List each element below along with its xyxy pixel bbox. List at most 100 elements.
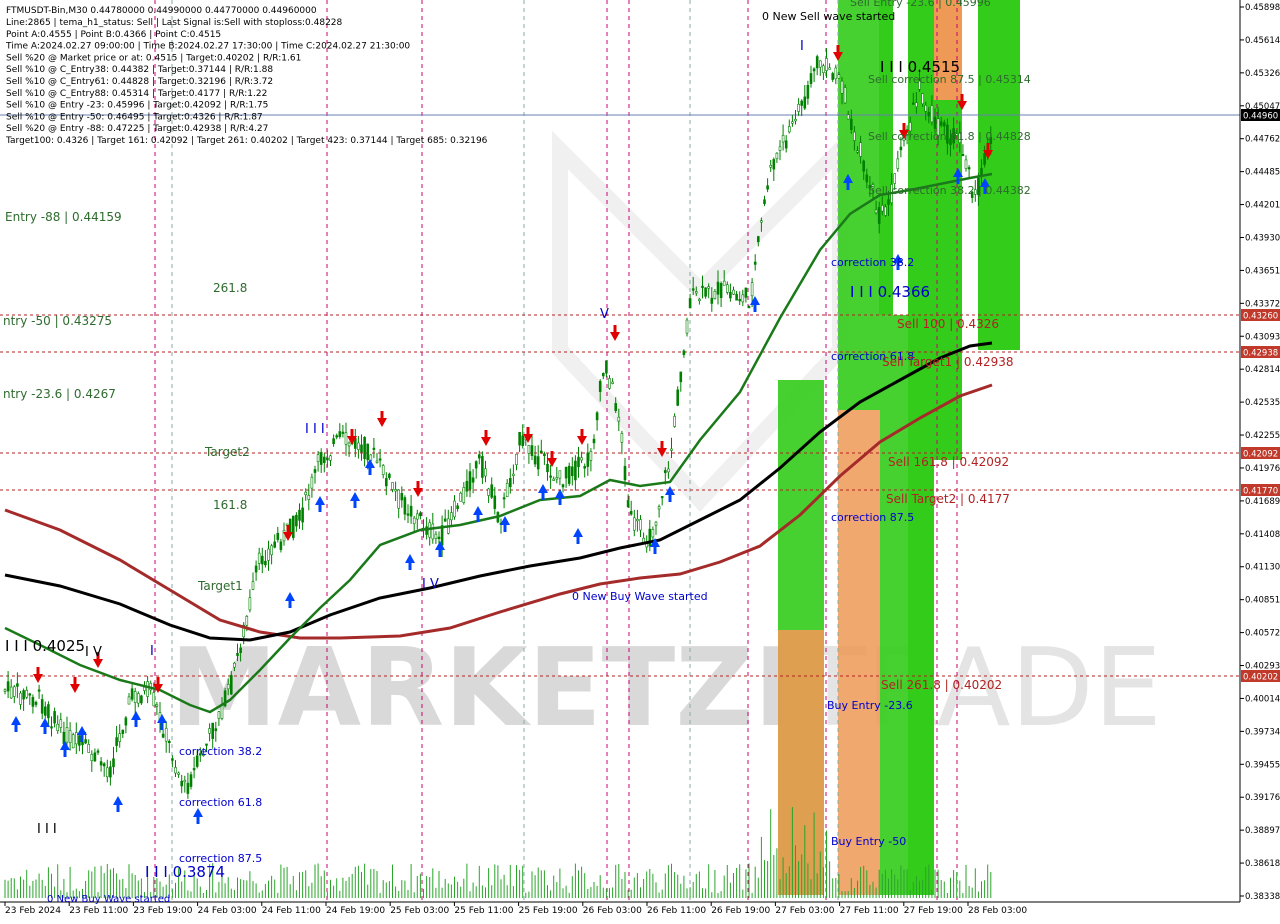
price-tick-label: 0.45326 xyxy=(1245,69,1280,79)
candle-body xyxy=(347,442,351,447)
candle-body xyxy=(391,482,394,490)
candle-body xyxy=(567,465,571,484)
annotation-correction-left-618: correction 61.8 xyxy=(179,796,262,809)
candle-body xyxy=(967,167,971,170)
candle-body xyxy=(484,468,487,477)
candle-body xyxy=(732,289,735,295)
annotation-wave-V: V xyxy=(600,307,609,322)
candle-body xyxy=(177,772,180,775)
candle-body xyxy=(518,431,521,446)
candle-body xyxy=(598,380,602,392)
candle-body xyxy=(106,767,109,778)
candle-body xyxy=(335,435,339,438)
zone-orange-2 xyxy=(838,410,880,895)
candle-body xyxy=(257,552,261,564)
candle-body xyxy=(589,451,593,461)
price-chart-canvas[interactable]: MARKETZI TRADE 0.458980.456140.453260.45… xyxy=(0,0,1280,920)
candle-body xyxy=(729,292,732,299)
price-tick-label: 0.44762 xyxy=(1245,135,1280,145)
candle-body xyxy=(282,529,286,542)
candle-body xyxy=(546,463,549,473)
candle-body xyxy=(784,140,788,149)
candle-body xyxy=(164,727,168,742)
candle-body xyxy=(530,445,534,456)
annotation-correction-left-382: correction 38.2 xyxy=(179,745,262,758)
candle-body xyxy=(629,511,633,515)
candle-body xyxy=(843,87,847,104)
candle-body xyxy=(233,662,236,668)
candle-body xyxy=(161,733,165,738)
candle-body xyxy=(81,741,84,746)
time-tick-label: 28 Feb 03:00 xyxy=(968,906,1027,916)
annotation-point-left: I I I 0.4025 xyxy=(5,637,85,655)
candle-body xyxy=(536,456,540,470)
candle-body xyxy=(939,121,943,126)
candle-body xyxy=(636,519,639,522)
trading-chart[interactable]: MARKETZI TRADE 0.45898 0.45614 0.45326 0… xyxy=(0,0,1280,920)
candle-body xyxy=(316,454,320,462)
candle-body xyxy=(927,112,931,117)
candle-body xyxy=(409,505,413,517)
candle-body xyxy=(406,513,410,516)
annotation-buy-entry-23: Buy Entry -23.6 xyxy=(827,699,913,712)
candle-body xyxy=(828,67,831,70)
candle-body xyxy=(735,293,738,301)
price-level-tag-label: 0.41770 xyxy=(1243,487,1278,497)
candle-body xyxy=(298,509,301,521)
candle-body xyxy=(326,457,329,461)
candle-body xyxy=(915,102,918,108)
candle-body xyxy=(688,298,692,309)
annotation-buy-entry-50: Buy Entry -50 xyxy=(831,835,906,848)
candle-body xyxy=(322,456,326,463)
candle-body xyxy=(419,512,422,517)
candle-body xyxy=(143,686,146,691)
candle-body xyxy=(43,706,47,716)
candle-body xyxy=(493,495,497,509)
price-tick-label: 0.39455 xyxy=(1245,760,1280,770)
price-tick-label: 0.39176 xyxy=(1245,793,1280,803)
candle-body xyxy=(521,435,525,446)
candle-body xyxy=(360,444,363,453)
candle-body xyxy=(208,728,211,734)
candle-body xyxy=(766,185,769,190)
candle-body xyxy=(211,722,214,739)
annotation-sell-100: Sell 100 | 0.4326 xyxy=(897,317,999,331)
annotation-sell-1618: Sell 161.8 | 0.42092 xyxy=(888,455,1009,469)
candle-body xyxy=(884,206,887,216)
candle-body xyxy=(605,360,608,374)
price-tick-label: 0.41408 xyxy=(1245,530,1280,540)
candle-body xyxy=(667,468,670,473)
candle-body xyxy=(862,160,866,172)
candle-body xyxy=(611,381,614,384)
info-line: Time A:2024.02.27 09:00:00 | Time B:2024… xyxy=(5,42,410,52)
info-line: Line:2865 | tema_h1_status: Sell | Last … xyxy=(6,18,343,28)
annotation-wave-IV-mid: I V xyxy=(422,577,439,592)
candle-body xyxy=(831,73,835,80)
candle-body xyxy=(856,150,859,153)
candle-body xyxy=(753,261,757,265)
price-tick-label: 0.40014 xyxy=(1245,694,1280,704)
candle-body xyxy=(3,689,7,692)
candle-body xyxy=(663,470,667,473)
candle-body xyxy=(515,453,518,466)
time-tick-label: 27 Feb 19:00 xyxy=(904,906,963,916)
candle-body xyxy=(505,482,509,498)
candle-body xyxy=(248,597,252,611)
candle-body xyxy=(431,523,435,540)
candle-body xyxy=(13,686,16,697)
candle-body xyxy=(815,56,819,69)
candle-body xyxy=(456,505,459,509)
candle-body xyxy=(781,135,785,143)
candle-body xyxy=(115,737,118,746)
annotation-sell-target1: Sell Target1 | 0.42938 xyxy=(882,355,1014,369)
annotation-new-buy-left: 0 New Buy Wave started xyxy=(47,894,170,905)
candle-body xyxy=(797,104,800,112)
candle-body xyxy=(137,693,140,704)
info-line: Sell %10 @ C_Entry61: 0.44828 | Target:0… xyxy=(6,77,273,87)
zone-green-8 xyxy=(880,315,908,895)
candle-body xyxy=(168,740,171,744)
annotation-level-161: 161.8 xyxy=(213,498,247,512)
zone-green-6 xyxy=(908,315,934,895)
candle-body xyxy=(372,447,376,450)
candle-body xyxy=(9,686,13,699)
